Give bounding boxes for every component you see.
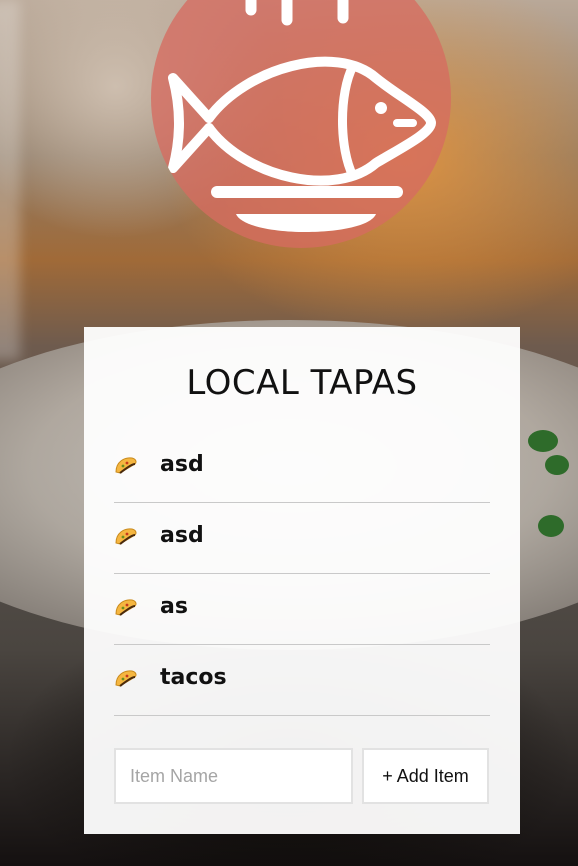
list-item: asd: [114, 503, 490, 574]
taco-icon: [114, 667, 138, 689]
taco-icon: [114, 454, 138, 476]
item-name-input[interactable]: [114, 748, 353, 804]
taco-icon: [114, 596, 138, 618]
logo: [151, 0, 451, 248]
add-item-form: + Add Item: [114, 748, 490, 804]
page-title: LOCAL TAPAS: [186, 363, 418, 403]
list-item: as: [114, 574, 490, 645]
fish-on-plate-icon: [168, 0, 436, 232]
list-item-label: as: [160, 594, 188, 619]
item-list: asd asd as tacos: [114, 432, 490, 716]
list-item: tacos: [114, 645, 490, 716]
list-item-label: tacos: [160, 665, 227, 690]
list-item: asd: [114, 432, 490, 503]
list-item-label: asd: [160, 523, 204, 548]
taco-icon: [114, 525, 138, 547]
add-item-button[interactable]: + Add Item: [362, 748, 489, 804]
list-item-label: asd: [160, 452, 204, 477]
tapas-card: LOCAL TAPAS asd asd as tacos Item Name +…: [84, 327, 520, 834]
